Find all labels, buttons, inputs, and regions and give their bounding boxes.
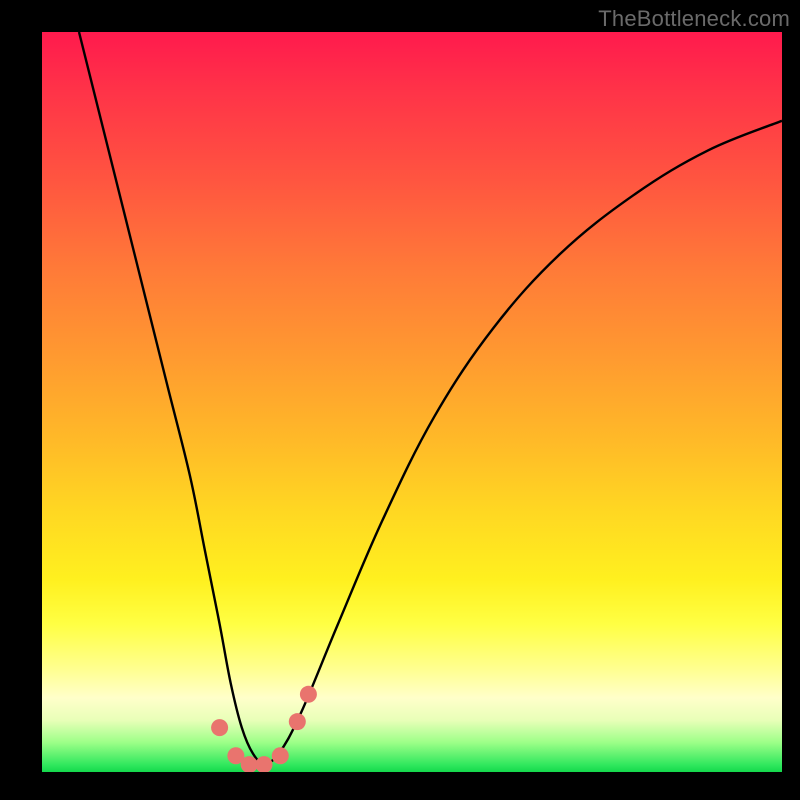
marker-dot: [272, 747, 289, 764]
bottleneck-curve: [79, 32, 782, 763]
watermark-text: TheBottleneck.com: [598, 6, 790, 32]
chart-svg: [42, 32, 782, 772]
marker-dot: [211, 719, 228, 736]
curve-markers: [211, 686, 317, 772]
marker-dot: [256, 756, 273, 772]
marker-dot: [300, 686, 317, 703]
chart-frame: TheBottleneck.com: [0, 0, 800, 800]
marker-dot: [289, 713, 306, 730]
chart-plot-area: [42, 32, 782, 772]
